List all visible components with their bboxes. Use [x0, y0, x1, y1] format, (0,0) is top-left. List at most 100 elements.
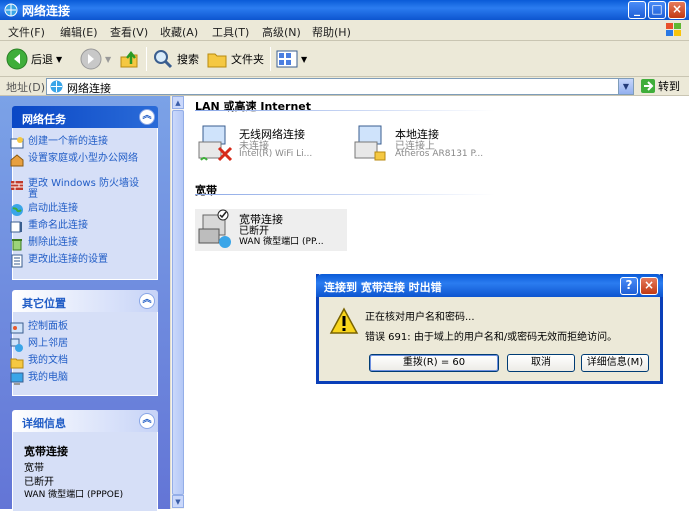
new-connection-icon	[10, 137, 24, 149]
task-connection-settings[interactable]: 更改此连接的设置	[10, 254, 142, 268]
connection-local[interactable]: 本地连接 已连接上 Atheros AR8131 P...	[351, 124, 501, 166]
collapse-icon[interactable]: ︽	[139, 109, 155, 125]
broadband-connection-icon	[198, 209, 231, 248]
back-button[interactable]: 后退 ▼	[6, 47, 62, 71]
folders-button[interactable]: 文件夹	[206, 47, 264, 71]
local-device: Atheros AR8131 P...	[395, 149, 484, 159]
scroll-up-icon[interactable]: ▲	[172, 96, 184, 109]
task-pane: 网络任务 ︽ 创建一个新的连接 设置家庭或小型办公网络 更改 Windows 防…	[0, 96, 170, 512]
dialog-message-error: 错误 691: 由于域上的用户名和/或密码无效而拒绝访问。	[365, 332, 618, 343]
collapse-icon[interactable]: ︽	[139, 293, 155, 309]
search-icon	[154, 50, 173, 69]
scroll-down-icon[interactable]: ▼	[172, 495, 184, 508]
other-places-title: 其它位置	[22, 297, 66, 310]
back-label: 后退	[31, 53, 53, 66]
task-firewall[interactable]: 更改 Windows 防火墙设置	[10, 178, 142, 200]
windows-logo-icon	[666, 23, 681, 36]
network-tasks-title: 网络任务	[22, 113, 66, 126]
views-icon	[276, 50, 298, 68]
my-computer-icon	[10, 372, 24, 385]
connection-wireless[interactable]: 无线网络连接 未连接 Intel(R) WiFi Li...	[195, 124, 345, 166]
details-name: 宽带连接	[24, 445, 68, 458]
up-folder-icon	[120, 50, 138, 68]
address-input[interactable]: 网络连接 ▼	[46, 78, 634, 95]
back-dropdown-icon[interactable]: ▼	[56, 55, 62, 64]
place-control-panel[interactable]: 控制面板	[10, 321, 142, 335]
details-button[interactable]: 详细信息(M)	[581, 354, 649, 372]
maximize-button[interactable]: □	[648, 1, 666, 19]
home-network-icon	[10, 154, 24, 167]
toolbar: 后退 ▼ ▼ 搜索 文件夹 ▼	[0, 41, 689, 77]
redial-button[interactable]: 重拨(R) = 60	[369, 354, 499, 372]
network-tasks-header[interactable]: 网络任务 ︽	[12, 106, 158, 128]
delete-icon	[12, 239, 22, 251]
control-panel-icon	[10, 322, 24, 334]
place-my-computer[interactable]: 我的电脑	[10, 372, 142, 386]
address-dropdown-icon[interactable]: ▼	[618, 79, 633, 94]
settings-icon	[11, 254, 23, 268]
error-dialog: 连接到 宽带连接 时出错 ? × 正在核对用户名和密码... 错误 691: 由…	[316, 274, 663, 384]
address-bar: 地址(D) 网络连接 ▼ 转到	[0, 77, 689, 96]
dialog-title: 连接到 宽带连接 时出错	[324, 281, 442, 294]
dialog-title-bar: 连接到 宽带连接 时出错 ? ×	[316, 274, 663, 297]
globe-icon	[11, 204, 23, 216]
search-button[interactable]: 搜索	[152, 47, 199, 71]
local-connection-icon	[354, 125, 386, 161]
group-broadband-header: 宽带	[195, 184, 217, 197]
network-icon	[50, 80, 63, 93]
network-places-icon	[10, 338, 23, 352]
forward-dropdown-icon[interactable]: ▼	[105, 55, 111, 64]
views-dropdown-icon[interactable]: ▼	[301, 55, 307, 64]
task-delete-connection[interactable]: 删除此连接	[10, 237, 142, 251]
up-folder-button[interactable]	[118, 47, 140, 71]
dialog-close-button[interactable]: ×	[640, 277, 658, 295]
forward-button[interactable]: ▼	[80, 47, 111, 71]
collapse-icon[interactable]: ︽	[139, 413, 155, 429]
address-label: 地址(D)	[6, 81, 46, 94]
details-type: 宽带	[24, 463, 44, 474]
folders-label: 文件夹	[231, 53, 264, 66]
task-create-connection[interactable]: 创建一个新的连接	[10, 136, 142, 150]
vertical-scrollbar[interactable]: ▲ ▼	[170, 96, 184, 509]
window-title: 网络连接	[22, 4, 71, 18]
menu-edit[interactable]: 编辑(E)	[60, 24, 98, 40]
menu-advanced[interactable]: 高级(N)	[262, 24, 301, 40]
other-places-header[interactable]: 其它位置 ︽	[12, 290, 158, 312]
details-status: 已断开	[24, 477, 54, 488]
help-button[interactable]: ?	[620, 277, 638, 295]
group-lan-header: LAN 或高速 Internet	[195, 100, 312, 113]
folders-icon	[207, 53, 227, 68]
menu-bar: 文件(F) 编辑(E) 查看(V) 收藏(A) 工具(T) 高级(N) 帮助(H…	[0, 20, 689, 41]
address-value: 网络连接	[67, 82, 111, 95]
go-button[interactable]: 转到	[641, 78, 680, 94]
my-documents-icon	[10, 358, 24, 369]
views-button[interactable]: ▼	[276, 47, 307, 71]
scroll-thumb[interactable]	[172, 110, 184, 495]
menu-file[interactable]: 文件(F)	[8, 24, 45, 40]
go-arrow-icon	[641, 79, 655, 93]
warning-icon	[329, 307, 359, 334]
task-home-network[interactable]: 设置家庭或小型办公网络	[10, 153, 142, 167]
details-device: WAN 微型端口 (PPPOE)	[24, 490, 124, 500]
minimize-button[interactable]: _	[628, 1, 646, 19]
rename-icon	[10, 221, 22, 233]
firewall-icon	[11, 181, 23, 190]
task-start-connection[interactable]: 启动此连接	[10, 203, 142, 217]
menu-favorites[interactable]: 收藏(A)	[160, 24, 198, 40]
title-bar: 网络连接 _ □ ×	[0, 0, 689, 20]
connection-broadband[interactable]: 宽带连接 已断开 WAN 微型端口 (PP...	[195, 209, 347, 251]
place-network-neighborhood[interactable]: 网上邻居	[10, 338, 142, 352]
cancel-button[interactable]: 取消	[507, 354, 575, 372]
menu-view[interactable]: 查看(V)	[110, 24, 148, 40]
details-header[interactable]: 详细信息 ︽	[12, 410, 158, 432]
forward-arrow-icon	[80, 48, 102, 70]
wireless-connection-icon	[198, 125, 233, 162]
go-label: 转到	[658, 80, 680, 93]
task-rename-connection[interactable]: 重命名此连接	[10, 220, 142, 234]
close-button[interactable]: ×	[668, 1, 686, 19]
menu-tools[interactable]: 工具(T)	[212, 24, 249, 40]
wireless-device: Intel(R) WiFi Li...	[239, 149, 313, 159]
menu-help[interactable]: 帮助(H)	[312, 24, 351, 40]
place-my-documents[interactable]: 我的文档	[10, 355, 142, 369]
details-title: 详细信息	[22, 417, 66, 430]
